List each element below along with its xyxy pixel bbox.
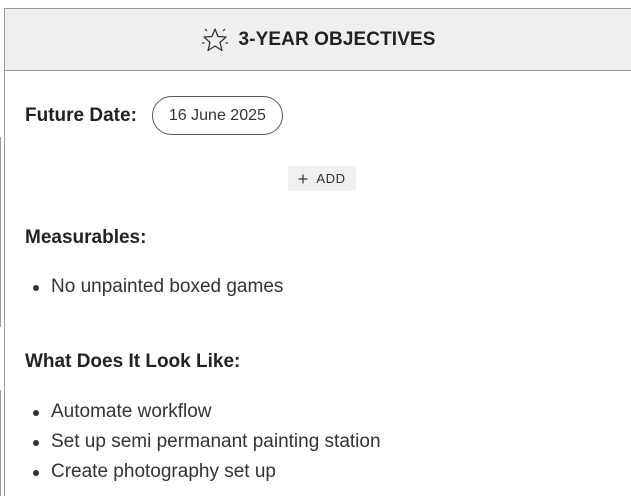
objectives-panel: 3-YEAR OBJECTIVES Future Date: 16 June 2…: [4, 8, 631, 496]
future-date-row: Future Date: 16 June 2025: [25, 96, 283, 135]
future-date-picker[interactable]: 16 June 2025: [151, 96, 283, 135]
panel-title: 3-YEAR OBJECTIVES: [238, 28, 436, 50]
list-item: Set up semi permanant painting station: [27, 427, 381, 457]
look-like-list: Automate workflow Set up semi permanant …: [27, 397, 381, 487]
measurables-list: No unpainted boxed games: [27, 272, 283, 302]
look-like-title: What Does It Look Like:: [25, 351, 241, 372]
left-border-tick-lower: [0, 390, 1, 496]
add-button[interactable]: ADD: [288, 166, 356, 191]
list-item: Create photography set up: [27, 457, 381, 487]
list-item: Automate workflow: [27, 397, 381, 427]
add-button-label: ADD: [316, 171, 346, 186]
left-border-tick: [0, 137, 1, 327]
plus-icon: [298, 174, 308, 183]
future-date-label: Future Date:: [25, 104, 137, 126]
panel-header: 3-YEAR OBJECTIVES: [5, 9, 631, 71]
list-item: No unpainted boxed games: [27, 272, 283, 302]
star-icon: [200, 25, 230, 55]
measurables-title: Measurables:: [25, 227, 147, 248]
